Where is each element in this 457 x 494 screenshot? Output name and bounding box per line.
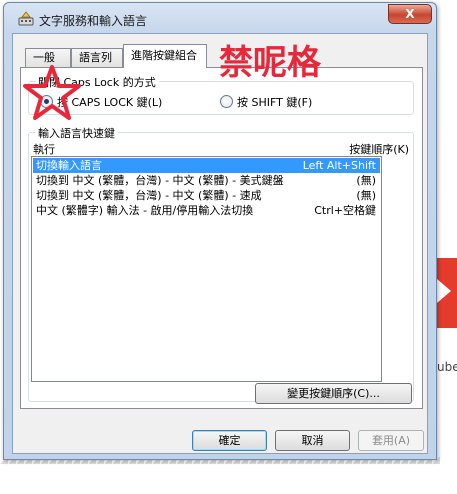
input-language-hotkeys-group: 輸入語言快速鍵 執行 按鍵順序(K) 切換輸入語言 Left Alt+Shift… <box>28 125 414 404</box>
tab-advanced-key-settings[interactable]: 進階按鍵組合 <box>123 44 207 68</box>
tab-advanced-key-settings-label: 進階按鍵組合 <box>131 49 197 62</box>
ok-button[interactable]: 確定 <box>192 430 267 451</box>
annotation-text: 禁呢格 <box>219 43 321 83</box>
hotkey-row[interactable]: 切換輸入語言 Left Alt+Shift <box>33 158 380 173</box>
cancel-button[interactable]: 取消 <box>275 430 350 451</box>
hotkeys-list[interactable]: 切換輸入語言 Left Alt+Shift 切換到 中文 (繁體，台灣) - 中… <box>31 156 382 382</box>
column-header-action: 執行 <box>33 143 55 156</box>
hotkey-action: 切換輸入語言 <box>36 159 102 172</box>
hotkey-keys: Ctrl+空格鍵 <box>314 204 376 217</box>
hotkey-row[interactable]: 切換到 中文 (繁體，台灣) - 中文 (繁體) - 速成 (無) <box>33 188 380 203</box>
hotkey-row[interactable]: 中文 (繁體字) 輸入法 - 啟用/停用輸入法切換 Ctrl+空格鍵 <box>33 203 380 218</box>
keyboard-settings-icon <box>18 11 34 26</box>
red-star-annotation-icon <box>23 65 81 120</box>
column-header-key-sequence: 按鍵順序(K) <box>349 143 409 156</box>
hotkey-action: 切換到 中文 (繁體，台灣) - 中文 (繁體) - 速成 <box>36 189 262 202</box>
hotkey-row[interactable]: 切換到 中文 (繁體，台灣) - 中文 (繁體) - 美式鍵盤 (無) <box>33 173 380 188</box>
change-key-sequence-button[interactable]: 變更按鍵順序(C)... <box>255 383 412 404</box>
hotkey-action: 切換到 中文 (繁體，台灣) - 中文 (繁體) - 美式鍵盤 <box>36 174 284 187</box>
hotkey-action: 中文 (繁體字) 輸入法 - 啟用/停用輸入法切換 <box>36 204 254 217</box>
background-partial-text: ube <box>437 360 457 374</box>
tab-general-label: 一般 <box>33 51 55 64</box>
shift-key-radio[interactable] <box>220 95 233 108</box>
window-title: 文字服務和輸入語言 <box>39 14 148 28</box>
title-bar[interactable]: 文字服務和輸入語言 X <box>4 3 436 33</box>
caps-lock-group: 關閉 Caps Lock 的方式 按 CAPS LOCK 鍵(L) 按 SHIF… <box>28 74 414 115</box>
tab-language-bar-label: 語言列 <box>79 51 112 64</box>
hotkeys-group-label: 輸入語言快速鍵 <box>35 125 118 141</box>
play-arrow-icon <box>437 279 451 303</box>
hotkey-keys: (無) <box>356 189 376 202</box>
hotkey-keys: Left Alt+Shift <box>302 159 376 172</box>
close-icon: X <box>405 7 415 21</box>
shift-key-label[interactable]: 按 SHIFT 鍵(F) <box>237 94 312 110</box>
apply-button[interactable]: 套用(A) <box>358 430 424 451</box>
background-window <box>437 0 457 494</box>
close-button[interactable]: X <box>388 4 432 24</box>
hotkey-keys: (無) <box>356 174 376 187</box>
